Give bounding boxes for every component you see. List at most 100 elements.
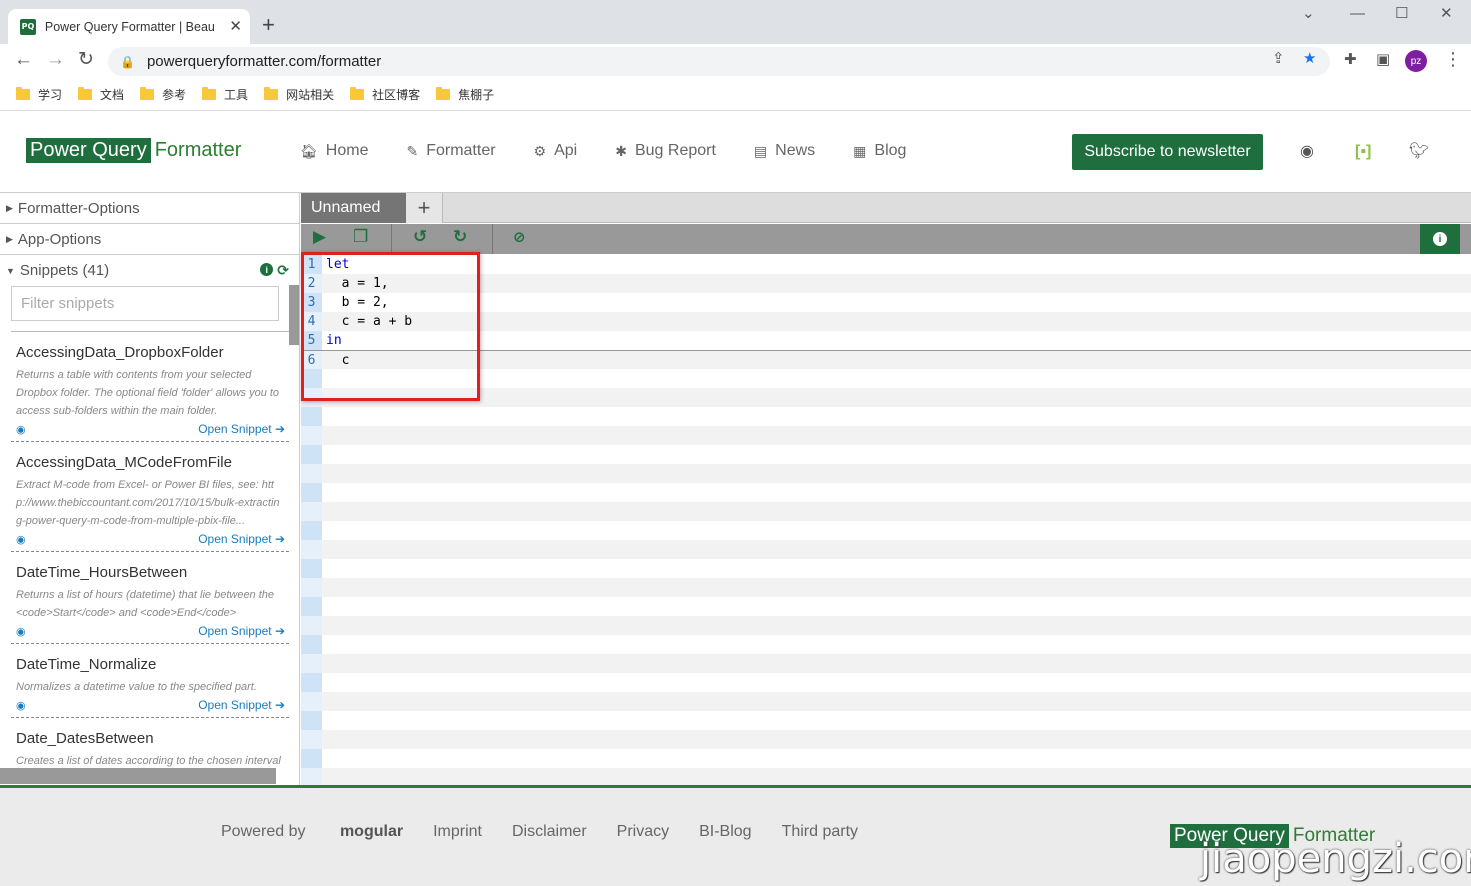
folder-icon — [264, 87, 279, 100]
accordion-app-options[interactable]: ▶ App-Options — [0, 224, 299, 255]
snippet-title: Date_DatesBetween — [16, 730, 154, 747]
site-header: Power Query Formatter 🏠︎ Home ✎ Formatter … — [0, 112, 1471, 193]
watermark: jiaopengzi.com — [1200, 836, 1471, 882]
open-snippet-link[interactable]: Open Snippet ➔ — [198, 532, 285, 546]
list-item: DateTime_HoursBetween Returns a list of … — [11, 552, 289, 644]
eye-slash-icon[interactable]: ⊘ — [513, 230, 526, 245]
tab-title: Power Query Formatter | Beau — [44, 19, 215, 34]
blog-icon: ▦ — [853, 142, 867, 159]
bookmark-folder[interactable]: 参考 — [140, 86, 186, 103]
newspaper-icon: ▤ — [753, 142, 768, 159]
open-snippet-link[interactable]: Open Snippet ➔ — [198, 698, 285, 712]
play-icon[interactable]: ▶ — [313, 228, 326, 245]
filter-snippets-input[interactable]: Filter snippets — [11, 286, 279, 321]
caret-right-icon: ▶ — [6, 202, 13, 213]
twitter-icon[interactable]: 🐦︎ — [1409, 144, 1429, 160]
info-icon[interactable]: i — [260, 263, 274, 276]
address-bar[interactable]: 🔒 powerqueryformatter.com/formatter — [108, 47, 1330, 76]
bookmark-folder[interactable]: 文档 — [78, 86, 124, 103]
snippet-title: DateTime_HoursBetween — [16, 564, 188, 581]
nav-home[interactable]: 🏠︎ Home — [300, 142, 368, 160]
bookmark-folder[interactable]: 学习 — [16, 86, 62, 103]
redo-icon[interactable]: ↻ — [453, 228, 467, 245]
tab-search-icon[interactable]: ⌄ — [1302, 6, 1315, 21]
open-snippet-link[interactable]: Open Snippet ➔ — [198, 624, 285, 638]
footer-link-third-party[interactable]: Third party — [782, 823, 858, 841]
arrow-right-icon: ➔ — [274, 698, 285, 712]
undo-icon[interactable]: ↺ — [413, 228, 427, 245]
main-nav: 🏠︎ Home ✎ Formatter ⚙ Api ✱ Bug Report ▤ News… — [300, 142, 944, 160]
bookmarks-bar: 学习 文档 参考 工具 网站相关 社区博客 焦棚子 — [0, 79, 1471, 111]
open-snippet-link[interactable]: Open Snippet ➔ — [198, 422, 285, 436]
site-logo[interactable]: Power Query Formatter — [26, 138, 245, 163]
snippet-description: Extract M-code from Excel- or Power BI f… — [16, 479, 280, 527]
nav-bug-report[interactable]: ✱ Bug Report — [615, 142, 716, 160]
bookmark-folder[interactable]: 社区博客 — [350, 86, 420, 103]
github-icon[interactable]: ◉ — [16, 533, 26, 546]
url-text: powerqueryformatter.com/formatter — [146, 53, 382, 70]
bookmark-folder[interactable]: 网站相关 — [264, 86, 334, 103]
github-icon[interactable]: ◉ — [16, 423, 26, 436]
snippets-scrollbar[interactable] — [289, 285, 299, 345]
nav-formatter[interactable]: ✎ Formatter — [406, 142, 495, 160]
footer-link-privacy[interactable]: Privacy — [617, 823, 669, 841]
folder-icon — [16, 87, 30, 100]
favicon-icon: PQ — [20, 18, 36, 35]
arrow-right-icon: ➔ — [274, 422, 285, 436]
lock-icon: 🔒 — [120, 54, 135, 69]
caret-down-icon: ▼ — [6, 265, 15, 276]
profile-avatar[interactable]: pz — [1405, 50, 1427, 72]
bookmark-folder[interactable]: 焦棚子 — [436, 86, 494, 103]
horizontal-scrollbar[interactable] — [0, 768, 276, 784]
brackets-icon[interactable]: [▪] — [1355, 144, 1371, 160]
close-tab-icon[interactable]: ✕ — [229, 19, 242, 34]
snippets-list: AccessingData_DropboxFolder Returns a ta… — [11, 331, 289, 785]
share-icon[interactable]: ⇪ — [1272, 51, 1285, 66]
back-icon[interactable]: ← — [14, 50, 33, 69]
browser-tabbar: PQ Power Query Formatter | Beau ✕ + ⌄ — … — [0, 0, 1471, 44]
tab-unnamed[interactable]: Unnamed — [301, 193, 406, 223]
copy-icon[interactable]: ❐ — [353, 228, 368, 245]
github-icon[interactable]: ◉ — [16, 699, 26, 712]
editor-info-button[interactable]: i — [1420, 224, 1460, 254]
maximize-icon[interactable]: ☐ — [1395, 6, 1408, 21]
arrow-right-icon: ➔ — [274, 532, 285, 546]
site-footer: Powered by mogular Imprint Disclaimer Pr… — [0, 785, 1471, 886]
accordion-formatter-options[interactable]: ▶ Formatter-Options — [0, 193, 299, 224]
nav-news[interactable]: ▤ News — [754, 142, 815, 160]
bookmark-folder[interactable]: 工具 — [202, 86, 248, 103]
forward-icon[interactable]: → — [46, 50, 65, 69]
editor-toolbar: ▶ ❐ ↺ ↻ ⊘ i — [301, 224, 1471, 254]
new-tab-button[interactable]: + — [262, 14, 275, 36]
powered-by[interactable]: Powered by mogular — [221, 823, 403, 841]
reload-icon[interactable]: ↻ — [78, 50, 94, 69]
github-icon[interactable]: ◉ — [1300, 144, 1314, 160]
side-panel-icon[interactable]: ▣ — [1376, 52, 1390, 67]
folder-icon — [140, 87, 155, 100]
browser-tab[interactable]: PQ Power Query Formatter | Beau ✕ — [8, 9, 250, 44]
footer-link-bi-blog[interactable]: BI-Blog — [699, 823, 751, 841]
snippet-description: Returns a list of hours (datetime) that … — [16, 589, 275, 619]
folder-icon — [202, 87, 217, 100]
nav-api[interactable]: ⚙ Api — [534, 142, 578, 160]
snippet-title: AccessingData_MCodeFromFile — [16, 454, 232, 471]
nav-blog[interactable]: ▦ Blog — [853, 142, 906, 160]
minimize-icon[interactable]: — — [1350, 6, 1365, 21]
accordion-snippets[interactable]: ▼ Snippets (41) i ⟳ — [0, 255, 299, 286]
footer-link-disclaimer[interactable]: Disclaimer — [512, 823, 587, 841]
highlight-box — [301, 252, 480, 401]
folder-icon — [350, 87, 365, 100]
subscribe-newsletter-button[interactable]: Subscribe to newsletter — [1072, 134, 1263, 170]
refresh-icon[interactable]: ⟳ — [277, 263, 289, 277]
close-window-icon[interactable]: ✕ — [1440, 6, 1453, 21]
info-icon: i — [1433, 232, 1447, 246]
editor-tabs: Unnamed + — [301, 193, 1471, 223]
extensions-icon[interactable]: ✚ — [1344, 52, 1357, 67]
add-tab-button[interactable]: + — [406, 193, 443, 223]
github-icon[interactable]: ◉ — [16, 625, 26, 638]
browser-menu-icon[interactable]: ⋮ — [1444, 50, 1462, 68]
home-icon: 🏠︎ — [300, 142, 318, 159]
snippet-title: AccessingData_DropboxFolder — [16, 344, 224, 361]
footer-link-imprint[interactable]: Imprint — [433, 823, 482, 841]
bookmark-star-icon[interactable]: ★ — [1303, 51, 1316, 66]
